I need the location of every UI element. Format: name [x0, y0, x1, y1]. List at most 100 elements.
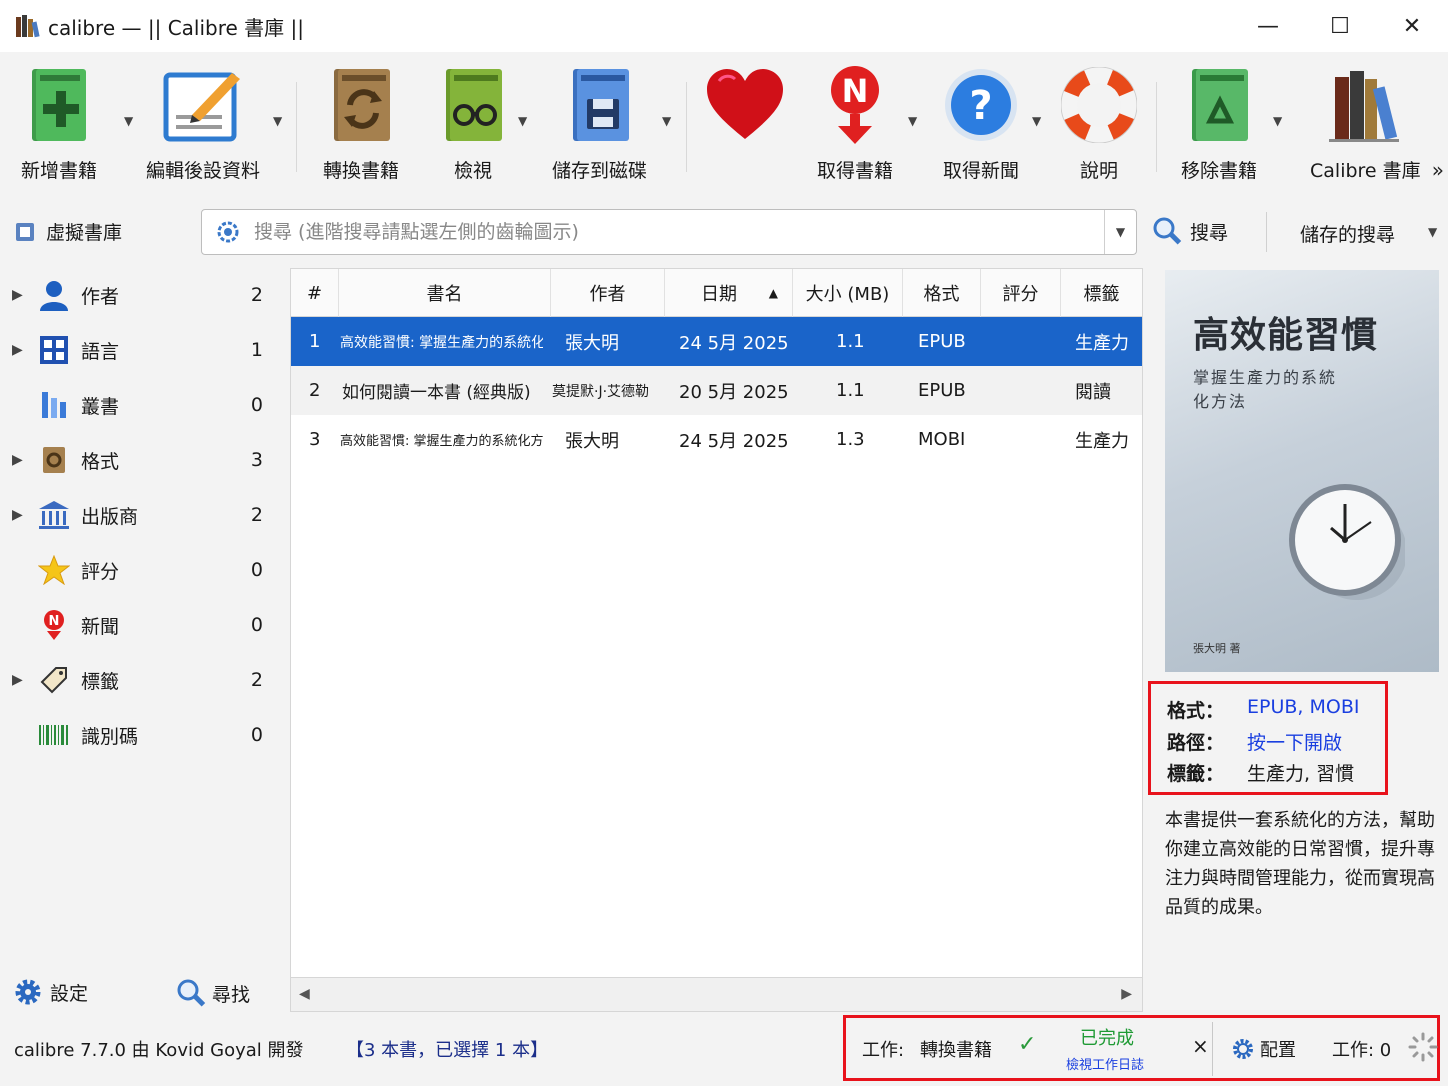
gear-icon[interactable]: [216, 220, 240, 244]
horizontal-scrollbar[interactable]: ◀ ▶: [291, 977, 1142, 1011]
library-button[interactable]: Calibre 書庫: [1310, 64, 1421, 183]
path-label: 路徑：: [1167, 732, 1225, 754]
column-header-date-label: 日期: [701, 284, 737, 305]
settings-label: 設定: [50, 982, 89, 1005]
path-link[interactable]: 按一下開啟: [1247, 728, 1342, 755]
column-header-author[interactable]: 作者: [551, 269, 665, 317]
view-button[interactable]: 檢視: [432, 64, 514, 183]
remove-books-dropdown[interactable]: ▼: [1273, 114, 1282, 128]
toolbar-separator: [296, 82, 297, 172]
expand-arrow[interactable]: ▶: [12, 287, 23, 303]
cell-author: 張大明: [565, 332, 619, 354]
column-header-format[interactable]: 格式: [903, 269, 981, 317]
cell-format: EPUB: [918, 331, 966, 352]
check-icon: ✓: [1018, 1032, 1037, 1057]
column-header-size[interactable]: 大小 (MB): [793, 269, 903, 317]
cell-date: 20 5月 2025: [679, 381, 789, 403]
formats-link[interactable]: EPUB, MOBI: [1247, 696, 1359, 723]
donate-button[interactable]: [704, 64, 786, 146]
fetch-books-dropdown[interactable]: ▼: [908, 114, 917, 128]
dismiss-job-button[interactable]: ×: [1192, 1034, 1209, 1058]
search-history-dropdown[interactable]: ▼: [1104, 210, 1136, 254]
scroll-left-arrow[interactable]: ◀: [299, 986, 310, 1002]
book-cover[interactable]: 高效能習慣 掌握生產力的系統化方法 張大明 著: [1165, 270, 1439, 672]
toolbar-overflow-button[interactable]: »: [1432, 158, 1444, 182]
cell-format: EPUB: [918, 380, 966, 401]
fetch-news-dropdown[interactable]: ▼: [1032, 114, 1041, 128]
tag-browser-item-formats[interactable]: ▶ 格式 3: [0, 433, 285, 487]
edit-metadata-button[interactable]: 編輯後設資料: [146, 64, 260, 183]
edit-metadata-dropdown[interactable]: ▼: [273, 114, 282, 128]
book-description: 本書提供一套系統化的方法，幫助你建立高效能的日常習慣，提升專注力與時間管理能力，…: [1165, 810, 1435, 918]
cell-rating: [991, 366, 1051, 415]
add-books-dropdown[interactable]: ▼: [124, 114, 133, 128]
save-to-disk-dropdown[interactable]: ▼: [662, 114, 671, 128]
convert-books-button[interactable]: 轉換書籍: [320, 64, 402, 183]
fetch-news-button[interactable]: ? 取得新聞: [940, 64, 1022, 183]
expand-arrow[interactable]: ▶: [12, 452, 23, 468]
virtual-library-label: 虛擬書庫: [46, 222, 123, 244]
tag-count: 0: [250, 724, 263, 746]
save-to-disk-button[interactable]: 儲存到磁碟: [552, 64, 647, 183]
expand-arrow[interactable]: ▶: [12, 507, 23, 523]
tag-count: 0: [250, 614, 263, 636]
configure-button[interactable]: 配置: [1232, 1036, 1296, 1062]
search-button[interactable]: 搜尋: [1152, 216, 1228, 246]
search-separator: [1266, 212, 1267, 252]
minimize-button[interactable]: —: [1232, 0, 1304, 52]
search-input[interactable]: [254, 221, 1094, 243]
saved-searches-button[interactable]: 儲存的搜尋: [1300, 220, 1395, 247]
view-job-log-link[interactable]: 檢視工作日誌: [1066, 1054, 1144, 1073]
tag-browser-item-identifiers[interactable]: 識別碼 0: [0, 708, 285, 762]
table-row[interactable]: 1 高效能習慣: 掌握生產力的系統化方法 張大明 24 5月 2025 1.1 …: [291, 317, 1142, 366]
column-header-rating[interactable]: 評分: [981, 269, 1061, 317]
tag-label: 格式: [81, 450, 120, 473]
tag-browser-item-authors[interactable]: ▶ 作者 2: [0, 268, 285, 322]
view-dropdown[interactable]: ▼: [518, 114, 527, 128]
column-header-title[interactable]: 書名: [339, 269, 551, 317]
add-books-button[interactable]: 新增書籍: [18, 64, 100, 183]
tag-count: 3: [250, 449, 263, 471]
table-row[interactable]: 3 高效能習慣: 掌握生產力的系統化方法 張大明 24 5月 2025 1.3 …: [291, 415, 1142, 464]
settings-button[interactable]: 設定: [14, 978, 88, 1006]
help-button[interactable]: 說明: [1058, 64, 1140, 183]
search-field[interactable]: ▼: [201, 209, 1137, 255]
table-row[interactable]: 2 如何閱讀一本書 (經典版) 莫提默·J·艾德勒 20 5月 2025 1.1…: [291, 366, 1142, 415]
expand-arrow[interactable]: ▶: [12, 342, 23, 358]
lifebuoy-icon: [1058, 64, 1140, 146]
maximize-button[interactable]: ☐: [1304, 0, 1376, 52]
job-label: 工作:: [862, 1040, 905, 1061]
tag-browser-item-rating[interactable]: 評分 0: [0, 543, 285, 597]
saved-searches-dropdown[interactable]: ▼: [1428, 225, 1437, 239]
column-header-tags[interactable]: 標籤: [1061, 269, 1142, 317]
tag-browser-item-publishers[interactable]: ▶ 出版商 2: [0, 488, 285, 542]
tag-count: 0: [250, 559, 263, 581]
svg-text:N: N: [842, 72, 869, 110]
find-button[interactable]: 尋找: [176, 978, 250, 1008]
tag-label: 評分: [81, 560, 120, 583]
book-metadata-box: 格式： EPUB, MOBI 路徑： 按一下開啟 標籤： 生產力, 習慣: [1148, 681, 1388, 795]
news-icon: N: [38, 609, 70, 641]
close-button[interactable]: ✕: [1376, 0, 1448, 52]
expand-arrow[interactable]: ▶: [12, 672, 23, 688]
column-header-date[interactable]: 日期 ▲: [665, 269, 793, 317]
tag-browser-item-series[interactable]: 叢書 0: [0, 378, 285, 432]
tag-browser-item-news[interactable]: N 新聞 0: [0, 598, 285, 652]
scroll-right-arrow[interactable]: ▶: [1121, 986, 1132, 1002]
column-header-number[interactable]: #: [291, 269, 339, 317]
svg-text:?: ?: [969, 83, 992, 129]
calibre-app-icon: [14, 13, 40, 39]
window-title: calibre — || Calibre 書庫 ||: [48, 15, 305, 40]
help-label: 說明: [1079, 160, 1118, 182]
tag-browser-item-languages[interactable]: ▶ 語言 1: [0, 323, 285, 377]
cell-author: 莫提默·J·艾德勒: [552, 383, 650, 400]
toolbar-separator: [686, 82, 687, 172]
virtual-library-button[interactable]: 虛擬書庫: [14, 218, 122, 245]
tag-count: 1: [250, 339, 263, 361]
tag-browser-item-tags[interactable]: ▶ 標籤 2: [0, 653, 285, 707]
jobs-count[interactable]: 工作: 0: [1332, 1036, 1391, 1062]
remove-books-button[interactable]: 移除書籍: [1178, 64, 1260, 183]
tag-count: 2: [250, 284, 263, 306]
fetch-books-button[interactable]: N 取得書籍: [814, 64, 896, 183]
cell-size: 1.1: [836, 380, 865, 401]
